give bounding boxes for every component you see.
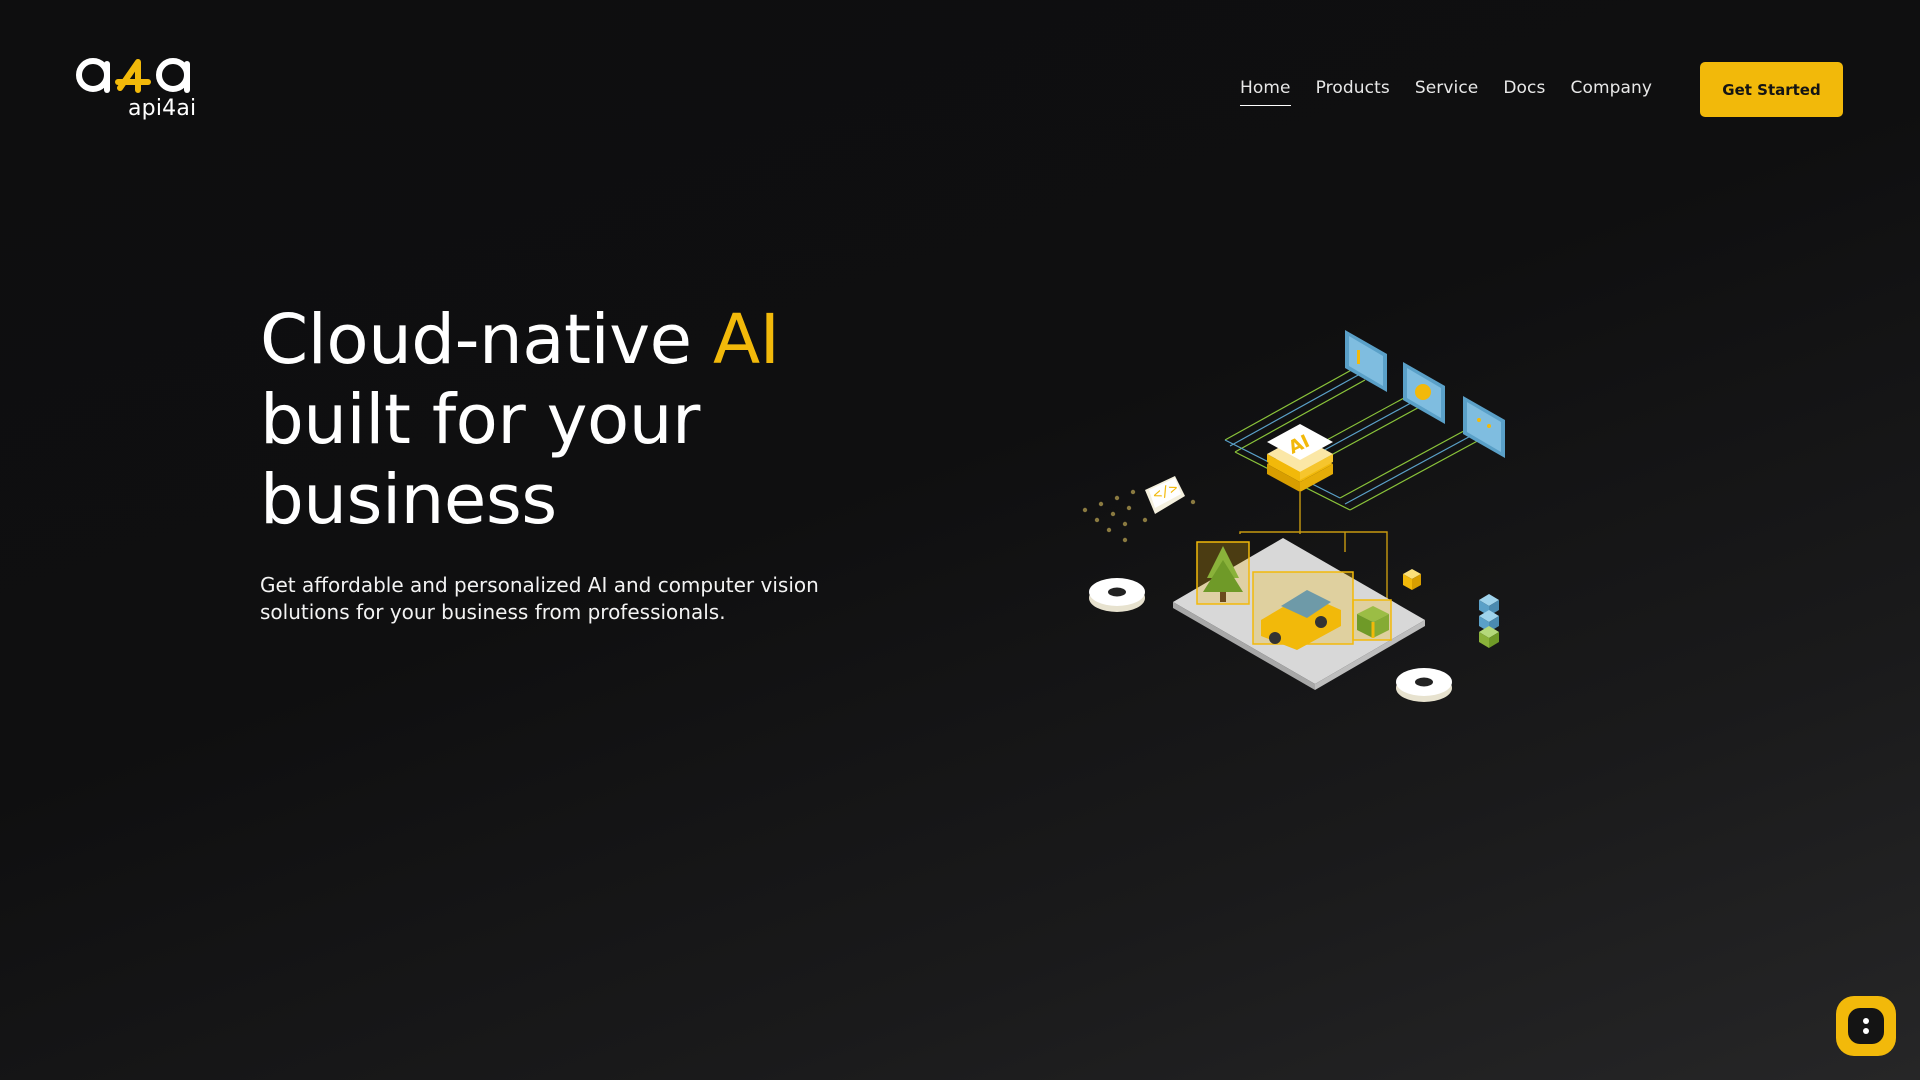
nav-docs[interactable]: Docs	[1503, 78, 1545, 104]
gear-icon	[1089, 578, 1145, 612]
logo-subtitle: api4ai	[128, 96, 197, 121]
chat-widget-button[interactable]	[1836, 996, 1896, 1056]
nav-company[interactable]: Company	[1570, 78, 1652, 104]
get-started-button[interactable]: Get Started	[1700, 62, 1843, 117]
main-nav: Home Products Service Docs Company	[1240, 76, 1652, 106]
chat-icon	[1848, 1008, 1884, 1044]
logo[interactable]: api4ai	[76, 56, 198, 122]
nav-service[interactable]: Service	[1415, 78, 1479, 104]
hero-title: Cloud-native AI built for your business	[260, 300, 1020, 540]
chart-panel-1	[1345, 330, 1387, 392]
hero-title-part3: business	[260, 460, 557, 540]
gift-icon	[1352, 599, 1392, 641]
hero-title-part1: Cloud-native	[260, 300, 713, 380]
code-icon: </>	[1145, 476, 1185, 514]
chart-panel-3	[1463, 396, 1505, 458]
gear-icon-2	[1396, 668, 1452, 702]
logo-mark-icon	[76, 58, 190, 93]
chat-dot-top	[1863, 1018, 1869, 1024]
ai-chip-icon: AI	[1267, 424, 1333, 492]
hero-title-part2: built for your	[260, 380, 700, 460]
page: api4ai Home Products Service Docs Compan…	[0, 0, 1920, 1080]
nav-products[interactable]: Products	[1316, 78, 1390, 104]
isometric-ai-illustration: </> AI	[1082, 330, 1505, 702]
tree-icon	[1196, 541, 1250, 605]
site-header: api4ai Home Products Service Docs Compan…	[0, 0, 1920, 180]
small-cube-icon	[1403, 569, 1421, 590]
car-icon	[1252, 571, 1354, 650]
stacked-cubes-icon	[1479, 594, 1499, 648]
nav-home[interactable]: Home	[1240, 78, 1291, 106]
hero-subtitle: Get affordable and personalized AI and c…	[260, 573, 819, 624]
chart-panel-2	[1403, 362, 1445, 424]
hero-illustration: </> AI	[1075, 320, 1525, 720]
hero-title-accent: AI	[712, 300, 780, 380]
chat-dot-bottom	[1863, 1028, 1869, 1034]
